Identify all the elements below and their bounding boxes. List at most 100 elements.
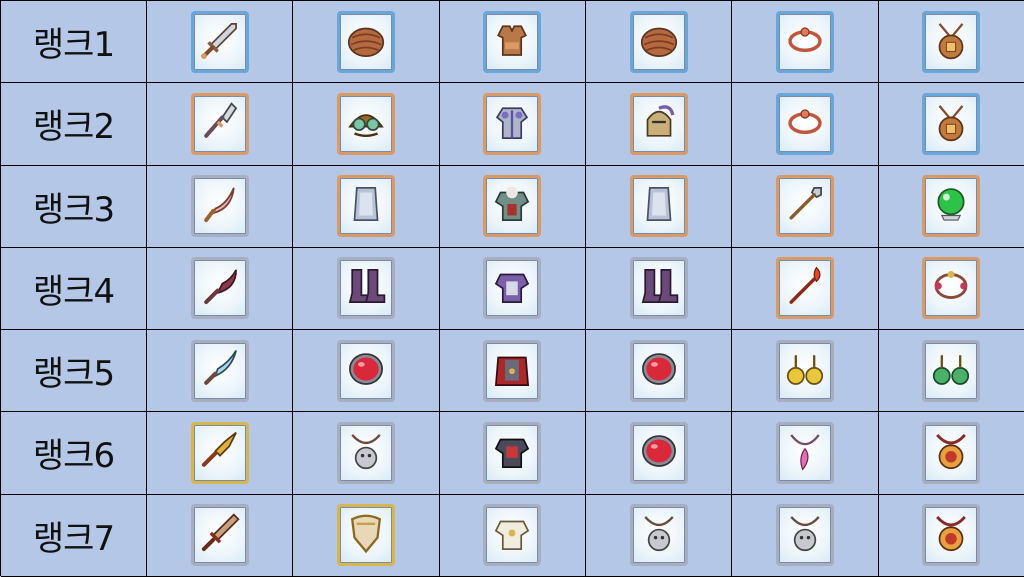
equipment-icon-frame[interactable] [190,339,249,402]
equipment-icon-frame[interactable] [922,421,981,484]
shield-icon [636,181,682,231]
equipment-slot[interactable] [732,83,879,166]
equipment-icon-frame[interactable] [629,92,688,155]
equipment-slot[interactable] [293,412,440,495]
equipment-icon-frame[interactable] [336,10,395,73]
equipment-slot[interactable] [439,1,586,84]
equipment-icon-frame[interactable] [483,504,542,567]
equipment-slot[interactable] [732,412,879,495]
equipment-icon-frame[interactable] [775,10,834,73]
equipment-slot[interactable] [293,83,440,166]
equipment-icon-frame[interactable] [336,175,395,238]
equipment-icon-frame[interactable] [483,10,542,73]
equipment-icon-frame[interactable] [629,339,688,402]
equipment-slot[interactable] [147,83,294,166]
equipment-icon-frame[interactable] [483,421,542,484]
equipment-icon-frame[interactable] [483,339,542,402]
equipment-slot[interactable] [732,1,879,84]
equipment-icon-frame[interactable] [190,10,249,73]
equipment-slot[interactable] [585,412,733,495]
equipment-slot[interactable] [293,247,440,331]
equipment-slot[interactable] [439,165,586,248]
flame-spear-icon [782,263,828,313]
equipment-icon-frame[interactable] [629,504,688,567]
equipment-slot[interactable] [878,494,1024,577]
equipment-slot[interactable] [293,330,440,413]
equipment-icon-frame[interactable] [775,421,834,484]
equipment-icon-frame[interactable] [336,257,395,320]
equipment-icon-frame[interactable] [629,175,688,238]
equipment-slot[interactable] [439,247,586,331]
rank-label: 랭크3 [32,189,115,230]
equipment-icon-frame[interactable] [922,257,981,320]
equipment-icon-frame[interactable] [629,421,688,484]
equipment-slot[interactable] [147,1,294,84]
equipment-slot[interactable] [293,1,440,84]
equipment-slot[interactable] [439,83,586,166]
equipment-icon-frame[interactable] [336,339,395,402]
equipment-icon-frame[interactable] [922,504,981,567]
equipment-slot[interactable] [439,494,586,577]
equipment-slot[interactable] [439,412,586,495]
equipment-slot[interactable] [147,330,294,413]
equipment-icon-frame[interactable] [190,175,249,238]
greatsword-icon [197,510,243,560]
equipment-icon-frame[interactable] [922,92,981,155]
equipment-slot[interactable] [878,330,1024,413]
equipment-icon-frame[interactable] [190,421,249,484]
equipment-slot[interactable] [732,247,879,331]
equipment-slot[interactable] [439,330,586,413]
equipment-icon-frame[interactable] [336,504,395,567]
equipment-slot[interactable] [585,165,733,248]
equipment-icon-frame[interactable] [922,339,981,402]
equipment-icon-frame[interactable] [629,10,688,73]
equipment-slot[interactable] [293,165,440,248]
equipment-slot[interactable] [585,83,733,166]
equipment-slot[interactable] [147,247,294,331]
equipment-icon-frame[interactable] [190,257,249,320]
equipment-icon-frame[interactable] [483,257,542,320]
rank-label-cell: 랭크2 [1,83,147,166]
equipment-slot[interactable] [147,412,294,495]
equipment-icon-frame[interactable] [775,504,834,567]
equipment-slot[interactable] [732,330,879,413]
lion-pendant-icon [636,510,682,560]
equipment-icon-frame[interactable] [775,175,834,238]
equipment-slot[interactable] [585,494,733,577]
equipment-slot[interactable] [585,247,733,331]
scimitar-icon [197,181,243,231]
equipment-slot[interactable] [585,330,733,413]
equipment-icon-frame[interactable] [483,92,542,155]
knight-helmet-icon [636,99,682,149]
equipment-slot[interactable] [732,494,879,577]
medallion-necklace-icon [928,510,974,560]
equipment-icon-frame[interactable] [922,175,981,238]
equipment-slot[interactable] [878,247,1024,331]
equipment-icon-frame[interactable] [775,92,834,155]
equipment-icon-frame[interactable] [629,257,688,320]
equipment-icon-frame[interactable] [190,504,249,567]
equipment-slot[interactable] [732,165,879,248]
golden-sword-icon [197,428,243,478]
equipment-slot[interactable] [878,412,1024,495]
equipment-slot[interactable] [585,1,733,84]
rank-label-cell: 랭크6 [1,412,147,495]
equipment-icon-frame[interactable] [190,92,249,155]
equipment-slot[interactable] [147,494,294,577]
equipment-icon-frame[interactable] [336,421,395,484]
equipment-slot[interactable] [878,1,1024,84]
equipment-slot[interactable] [878,83,1024,166]
bracelet-icon [782,99,828,149]
boots-icon [636,263,682,313]
green-earrings-icon [928,346,974,396]
equipment-slot[interactable] [147,165,294,248]
helmet-cap-icon [343,17,389,67]
equipment-slot[interactable] [878,165,1024,248]
dark-armor-icon [489,428,535,478]
equipment-slot[interactable] [293,494,440,577]
equipment-icon-frame[interactable] [775,339,834,402]
equipment-icon-frame[interactable] [775,257,834,320]
equipment-icon-frame[interactable] [483,175,542,238]
equipment-icon-frame[interactable] [922,10,981,73]
equipment-icon-frame[interactable] [336,92,395,155]
